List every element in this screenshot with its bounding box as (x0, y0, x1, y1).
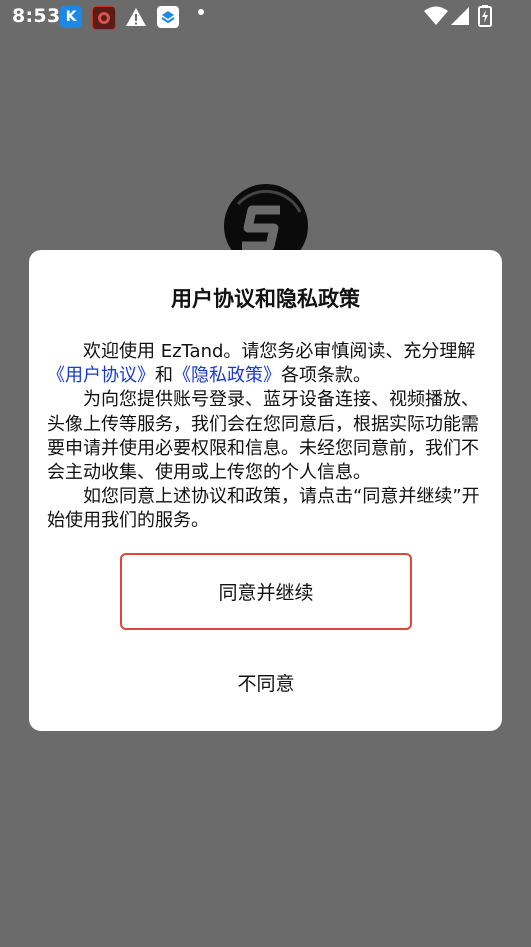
disagree-button[interactable]: 不同意 (120, 660, 412, 704)
layers-app-icon (157, 6, 179, 28)
consent-paragraph: 如您同意上述协议和政策，请点击“同意并继续”开始使用我们的服务。 (47, 486, 480, 532)
user-agreement-link[interactable]: 《用户协议》 (47, 365, 155, 386)
red-app-icon (92, 6, 116, 30)
signal-icon (450, 6, 470, 30)
agree-continue-button[interactable]: 同意并继续 (120, 553, 412, 630)
privacy-policy-link[interactable]: 《隐私政策》 (173, 365, 281, 386)
battery-charging-icon (478, 5, 492, 31)
warning-icon (125, 7, 147, 31)
notification-dot-icon (198, 9, 204, 15)
k-app-icon: K (60, 6, 82, 28)
agreement-paragraph: 欢迎使用 EzTand。请您务必审慎阅读、充分理解《用户协议》和《隐私政策》各项… (47, 341, 476, 387)
dialog-body: 欢迎使用 EzTand。请您务必审慎阅读、充分理解《用户协议》和《隐私政策》各项… (47, 340, 484, 552)
status-bar: 8:53 K (0, 0, 531, 34)
clock: 8:53 (12, 5, 61, 27)
dialog-title: 用户协议和隐私政策 (171, 287, 360, 311)
permissions-paragraph: 为向您提供账号登录、蓝牙设备连接、视频播放、头像上传等服务，我们会在您同意后，根… (47, 389, 479, 484)
wifi-icon (424, 6, 448, 30)
